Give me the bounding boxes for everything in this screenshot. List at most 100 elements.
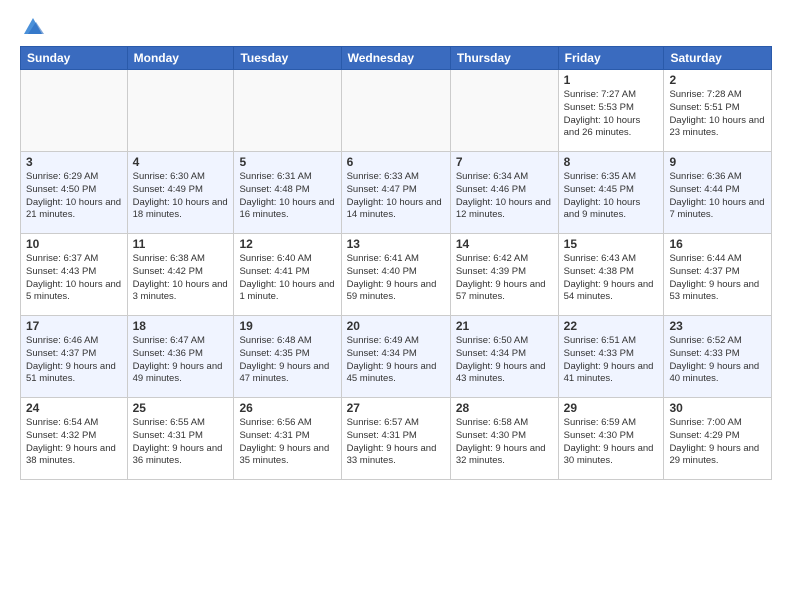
- day-info: Sunrise: 6:47 AMSunset: 4:36 PMDaylight:…: [133, 335, 229, 386]
- day-number: 23: [669, 319, 766, 333]
- calendar-week-row: 3 Sunrise: 6:29 AMSunset: 4:50 PMDaylight…: [21, 152, 772, 234]
- day-number: 21: [456, 319, 553, 333]
- calendar-cell: 17 Sunrise: 6:46 AMSunset: 4:37 PMDayligh…: [21, 316, 128, 398]
- day-number: 16: [669, 237, 766, 251]
- day-info: Sunrise: 6:52 AMSunset: 4:33 PMDaylight:…: [669, 335, 766, 386]
- calendar-cell: 21 Sunrise: 6:50 AMSunset: 4:34 PMDayligh…: [450, 316, 558, 398]
- day-info: Sunrise: 6:46 AMSunset: 4:37 PMDaylight:…: [26, 335, 122, 386]
- day-info: Sunrise: 7:28 AMSunset: 5:51 PMDaylight:…: [669, 89, 766, 140]
- day-info: Sunrise: 6:55 AMSunset: 4:31 PMDaylight:…: [133, 417, 229, 468]
- day-number: 26: [239, 401, 335, 415]
- header-area: [20, 16, 772, 38]
- day-number: 14: [456, 237, 553, 251]
- day-info: Sunrise: 7:00 AMSunset: 4:29 PMDaylight:…: [669, 417, 766, 468]
- calendar-cell: 18 Sunrise: 6:47 AMSunset: 4:36 PMDayligh…: [127, 316, 234, 398]
- day-info: Sunrise: 6:41 AMSunset: 4:40 PMDaylight:…: [347, 253, 445, 304]
- day-number: 11: [133, 237, 229, 251]
- day-info: Sunrise: 6:38 AMSunset: 4:42 PMDaylight:…: [133, 253, 229, 304]
- day-info: Sunrise: 6:57 AMSunset: 4:31 PMDaylight:…: [347, 417, 445, 468]
- day-info: Sunrise: 6:56 AMSunset: 4:31 PMDaylight:…: [239, 417, 335, 468]
- day-info: Sunrise: 6:59 AMSunset: 4:30 PMDaylight:…: [564, 417, 659, 468]
- calendar-cell: [234, 70, 341, 152]
- calendar-cell: 14 Sunrise: 6:42 AMSunset: 4:39 PMDayligh…: [450, 234, 558, 316]
- weekday-header: Thursday: [450, 47, 558, 70]
- day-number: 12: [239, 237, 335, 251]
- day-number: 19: [239, 319, 335, 333]
- calendar-cell: 6Sunrise: 6:33 AMSunset: 4:47 PMDaylight…: [341, 152, 450, 234]
- day-number: 9: [669, 155, 766, 169]
- day-number: 15: [564, 237, 659, 251]
- calendar-cell: 4 Sunrise: 6:30 AMSunset: 4:49 PMDaylight…: [127, 152, 234, 234]
- calendar-cell: 25 Sunrise: 6:55 AMSunset: 4:31 PMDayligh…: [127, 398, 234, 480]
- day-number: 30: [669, 401, 766, 415]
- calendar-week-row: 10 Sunrise: 6:37 AMSunset: 4:43 PMDayligh…: [21, 234, 772, 316]
- day-info: Sunrise: 6:54 AMSunset: 4:32 PMDaylight:…: [26, 417, 122, 468]
- calendar-cell: 26 Sunrise: 6:56 AMSunset: 4:31 PMDayligh…: [234, 398, 341, 480]
- day-number: 10: [26, 237, 122, 251]
- calendar-week-row: 24 Sunrise: 6:54 AMSunset: 4:32 PMDayligh…: [21, 398, 772, 480]
- calendar-cell: 3 Sunrise: 6:29 AMSunset: 4:50 PMDaylight…: [21, 152, 128, 234]
- calendar-cell: 27 Sunrise: 6:57 AMSunset: 4:31 PMDayligh…: [341, 398, 450, 480]
- calendar-cell: 13 Sunrise: 6:41 AMSunset: 4:40 PMDayligh…: [341, 234, 450, 316]
- day-info: Sunrise: 6:40 AMSunset: 4:41 PMDaylight:…: [239, 253, 335, 304]
- day-info: Sunrise: 6:50 AMSunset: 4:34 PMDaylight:…: [456, 335, 553, 386]
- day-info: Sunrise: 6:37 AMSunset: 4:43 PMDaylight:…: [26, 253, 122, 304]
- day-number: 5: [239, 155, 335, 169]
- weekday-header: Sunday: [21, 47, 128, 70]
- calendar-cell: 5Sunrise: 6:31 AMSunset: 4:48 PMDaylight…: [234, 152, 341, 234]
- day-info: Sunrise: 6:29 AMSunset: 4:50 PMDaylight:…: [26, 171, 122, 222]
- calendar-cell: 22 Sunrise: 6:51 AMSunset: 4:33 PMDayligh…: [558, 316, 664, 398]
- day-number: 28: [456, 401, 553, 415]
- calendar-cell: 11 Sunrise: 6:38 AMSunset: 4:42 PMDayligh…: [127, 234, 234, 316]
- day-number: 4: [133, 155, 229, 169]
- day-number: 27: [347, 401, 445, 415]
- day-number: 13: [347, 237, 445, 251]
- day-number: 29: [564, 401, 659, 415]
- day-number: 6: [347, 155, 445, 169]
- day-number: 8: [564, 155, 659, 169]
- calendar-cell: 1Sunrise: 7:27 AMSunset: 5:53 PMDaylight…: [558, 70, 664, 152]
- day-info: Sunrise: 6:43 AMSunset: 4:38 PMDaylight:…: [564, 253, 659, 304]
- calendar-cell: 12 Sunrise: 6:40 AMSunset: 4:41 PMDayligh…: [234, 234, 341, 316]
- day-number: 25: [133, 401, 229, 415]
- calendar-cell: 20Sunrise: 6:49 AMSunset: 4:34 PMDayligh…: [341, 316, 450, 398]
- calendar-cell: [450, 70, 558, 152]
- day-number: 7: [456, 155, 553, 169]
- day-info: Sunrise: 6:42 AMSunset: 4:39 PMDaylight:…: [456, 253, 553, 304]
- calendar-cell: 19 Sunrise: 6:48 AMSunset: 4:35 PMDayligh…: [234, 316, 341, 398]
- calendar-cell: [21, 70, 128, 152]
- day-info: Sunrise: 6:48 AMSunset: 4:35 PMDaylight:…: [239, 335, 335, 386]
- day-number: 22: [564, 319, 659, 333]
- weekday-header: Monday: [127, 47, 234, 70]
- calendar-cell: 15 Sunrise: 6:43 AMSunset: 4:38 PMDayligh…: [558, 234, 664, 316]
- day-info: Sunrise: 6:30 AMSunset: 4:49 PMDaylight:…: [133, 171, 229, 222]
- day-info: Sunrise: 6:58 AMSunset: 4:30 PMDaylight:…: [456, 417, 553, 468]
- calendar-cell: 30 Sunrise: 7:00 AMSunset: 4:29 PMDayligh…: [664, 398, 772, 480]
- calendar-header-row: SundayMondayTuesdayWednesdayThursdayFrid…: [21, 47, 772, 70]
- day-info: Sunrise: 6:51 AMSunset: 4:33 PMDaylight:…: [564, 335, 659, 386]
- calendar-cell: 8 Sunrise: 6:35 AMSunset: 4:45 PMDaylight…: [558, 152, 664, 234]
- day-number: 24: [26, 401, 122, 415]
- day-number: 1: [564, 73, 659, 87]
- calendar-week-row: 1Sunrise: 7:27 AMSunset: 5:53 PMDaylight…: [21, 70, 772, 152]
- day-info: Sunrise: 6:35 AMSunset: 4:45 PMDaylight:…: [564, 171, 659, 222]
- weekday-header: Wednesday: [341, 47, 450, 70]
- calendar-cell: 7Sunrise: 6:34 AMSunset: 4:46 PMDaylight…: [450, 152, 558, 234]
- day-info: Sunrise: 6:44 AMSunset: 4:37 PMDaylight:…: [669, 253, 766, 304]
- logo: [20, 16, 44, 38]
- day-info: Sunrise: 6:49 AMSunset: 4:34 PMDaylight:…: [347, 335, 445, 386]
- day-number: 17: [26, 319, 122, 333]
- day-info: Sunrise: 6:36 AMSunset: 4:44 PMDaylight:…: [669, 171, 766, 222]
- weekday-header: Friday: [558, 47, 664, 70]
- day-number: 3: [26, 155, 122, 169]
- day-number: 18: [133, 319, 229, 333]
- calendar-cell: 10 Sunrise: 6:37 AMSunset: 4:43 PMDayligh…: [21, 234, 128, 316]
- calendar-cell: 29 Sunrise: 6:59 AMSunset: 4:30 PMDayligh…: [558, 398, 664, 480]
- calendar-cell: 23 Sunrise: 6:52 AMSunset: 4:33 PMDayligh…: [664, 316, 772, 398]
- calendar-table: SundayMondayTuesdayWednesdayThursdayFrid…: [20, 46, 772, 480]
- calendar-cell: 24 Sunrise: 6:54 AMSunset: 4:32 PMDayligh…: [21, 398, 128, 480]
- weekday-header: Tuesday: [234, 47, 341, 70]
- weekday-header: Saturday: [664, 47, 772, 70]
- calendar-cell: 2Sunrise: 7:28 AMSunset: 5:51 PMDaylight…: [664, 70, 772, 152]
- calendar-cell: 9 Sunrise: 6:36 AMSunset: 4:44 PMDaylight…: [664, 152, 772, 234]
